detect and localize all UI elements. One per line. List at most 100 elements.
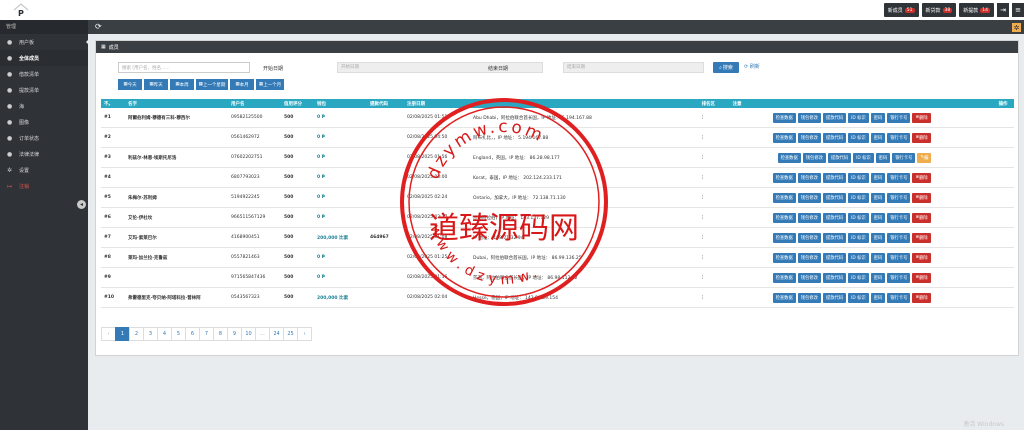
password-button[interactable]: 密码: [870, 192, 886, 203]
withdraw-code-button[interactable]: 提款代码: [827, 152, 852, 163]
wallet-edit-button[interactable]: 钱包修改: [797, 272, 821, 283]
password-button[interactable]: 密码: [875, 152, 891, 163]
filter-today-button[interactable]: ▦ 今天: [118, 79, 142, 90]
id-button[interactable]: ID 标识: [848, 232, 869, 243]
bank-card-button[interactable]: 银行卡号: [887, 212, 911, 223]
delete-button[interactable]: ⊗ 删除: [912, 212, 931, 223]
bank-card-button[interactable]: 银行卡号: [887, 172, 911, 183]
pagination-next[interactable]: ›: [297, 327, 312, 341]
pagination-page[interactable]: ...: [255, 327, 270, 341]
id-button[interactable]: ID 标识: [848, 112, 869, 123]
menu-icon[interactable]: ≡: [1012, 3, 1024, 17]
id-button[interactable]: ID 标识: [848, 172, 869, 183]
new-members-badge[interactable]: 新成员 51: [883, 3, 919, 17]
filter-this-month-button[interactable]: ▦ 本月: [230, 79, 254, 90]
id-button[interactable]: ID 标识: [848, 292, 869, 303]
id-button[interactable]: ID 标识: [848, 192, 869, 203]
withdraw-code-button[interactable]: 提款代码: [822, 212, 847, 223]
bank-card-button[interactable]: 银行卡号: [887, 272, 911, 283]
inspect-data-button[interactable]: 检查数据: [777, 152, 801, 163]
bank-card-button[interactable]: 银行卡号: [892, 152, 916, 163]
withdraw-code-button[interactable]: 提款代码: [822, 132, 847, 143]
search-input[interactable]: 搜索 [用户名，姓名......: [118, 62, 250, 73]
start-date-input[interactable]: 开始日期: [337, 62, 543, 73]
withdraw-code-button[interactable]: 提款代码: [822, 272, 847, 283]
inspect-data-button[interactable]: 检查数据: [772, 292, 796, 303]
pagination-page[interactable]: 10: [241, 327, 256, 341]
id-button[interactable]: ID 标识: [848, 132, 869, 143]
delete-button[interactable]: ⊗ 删除: [912, 132, 931, 143]
wallet-edit-button[interactable]: 钱包修改: [797, 112, 821, 123]
password-button[interactable]: 密码: [870, 292, 886, 303]
pagination-page[interactable]: 1: [115, 327, 130, 341]
withdraw-code-button[interactable]: 提款代码: [822, 192, 847, 203]
wallet-edit-button[interactable]: 钱包修改: [797, 172, 821, 183]
inspect-data-button[interactable]: 检查数据: [772, 112, 796, 123]
id-button[interactable]: ID 标识: [848, 272, 869, 283]
pagination-prev[interactable]: ‹: [101, 327, 116, 341]
withdraw-code-button[interactable]: 提款代码: [822, 232, 847, 243]
end-date-input[interactable]: 结束日期: [563, 62, 704, 73]
wallet-edit-button[interactable]: 钱包修改: [797, 252, 821, 263]
withdraw-code-button[interactable]: 提款代码: [822, 172, 847, 183]
pagination-page[interactable]: 9: [227, 327, 242, 341]
password-button[interactable]: 密码: [870, 252, 886, 263]
pagination-page[interactable]: 6: [185, 327, 200, 341]
bank-card-button[interactable]: 银行卡号: [887, 292, 911, 303]
id-button[interactable]: ID 标识: [848, 212, 869, 223]
bank-card-button[interactable]: 银行卡号: [887, 192, 911, 203]
pagination-page[interactable]: 4: [157, 327, 172, 341]
bank-card-button[interactable]: 银行卡号: [887, 112, 911, 123]
delete-button[interactable]: ⊗ 删除: [912, 272, 931, 283]
refresh-icon[interactable]: ⟳: [95, 23, 103, 31]
inspect-data-button[interactable]: 检查数据: [772, 272, 796, 283]
wallet-edit-button[interactable]: 钱包修改: [802, 152, 826, 163]
new-loans-badge[interactable]: 新贷款 38: [921, 3, 957, 17]
collapse-sidebar-icon[interactable]: ◂: [77, 200, 86, 209]
filter-last-week-button[interactable]: ▦ 上一个星期: [196, 79, 228, 90]
pagination-page[interactable]: 7: [199, 327, 214, 341]
id-button[interactable]: ID 标识: [853, 152, 874, 163]
pagination-page[interactable]: 8: [213, 327, 228, 341]
pagination-page[interactable]: 24: [269, 327, 284, 341]
filter-this-week-button[interactable]: ▦ 本周: [170, 79, 194, 90]
delete-button[interactable]: ⊗ 删除: [912, 292, 931, 303]
sidebar-item-order-status[interactable]: ● 订单状态: [0, 130, 88, 146]
sidebar-item-settings[interactable]: ✲ 设置: [0, 162, 88, 178]
delete-button[interactable]: ⊗ 删除: [912, 192, 931, 203]
filter-last-month-button[interactable]: ▦ 上一个月: [256, 79, 284, 90]
withdraw-code-button[interactable]: 提款代码: [822, 292, 847, 303]
password-button[interactable]: 密码: [870, 132, 886, 143]
bank-card-button[interactable]: 银行卡号: [887, 252, 911, 263]
delete-button[interactable]: ⊗ 删除: [912, 172, 931, 183]
inspect-data-button[interactable]: 检查数据: [772, 212, 796, 223]
password-button[interactable]: 密码: [870, 172, 886, 183]
delete-button[interactable]: ⊗ 删除: [912, 252, 931, 263]
reset-link[interactable]: ⟳ 刷新: [744, 63, 760, 70]
inspect-data-button[interactable]: 检查数据: [772, 132, 796, 143]
filter-yesterday-button[interactable]: ▦ 昨天: [144, 79, 168, 90]
sidebar-item-legal[interactable]: ● 法律法律: [0, 146, 88, 162]
wallet-edit-button[interactable]: 钱包修改: [797, 212, 821, 223]
delete-button[interactable]: ⊗ 删除: [912, 232, 931, 243]
password-button[interactable]: 密码: [870, 212, 886, 223]
wallet-edit-button[interactable]: 钱包修改: [797, 292, 821, 303]
sidebar-item-sea[interactable]: ● 海: [0, 98, 88, 114]
withdraw-code-button[interactable]: 提款代码: [822, 252, 847, 263]
pagination-page[interactable]: 2: [129, 327, 144, 341]
gear-icon[interactable]: ✲: [1012, 23, 1021, 32]
sidebar-item-logout[interactable]: ↦ 注销: [0, 178, 88, 194]
inspect-data-button[interactable]: 检查数据: [772, 172, 796, 183]
sidebar-item-images[interactable]: ● 图像: [0, 114, 88, 130]
pagination-page[interactable]: 5: [171, 327, 186, 341]
inspect-data-button[interactable]: 检查数据: [772, 192, 796, 203]
search-button[interactable]: ⌕ 搜索: [713, 62, 739, 73]
id-button[interactable]: ID 标识: [848, 252, 869, 263]
logo[interactable]: P: [12, 2, 30, 18]
bank-card-button[interactable]: 银行卡号: [887, 232, 911, 243]
pagination-page[interactable]: 25: [283, 327, 298, 341]
wallet-edit-button[interactable]: 钱包修改: [797, 132, 821, 143]
sidebar-item-members[interactable]: ● 全体成员: [0, 50, 88, 66]
password-button[interactable]: 密码: [870, 232, 886, 243]
wallet-edit-button[interactable]: 钱包修改: [797, 192, 821, 203]
